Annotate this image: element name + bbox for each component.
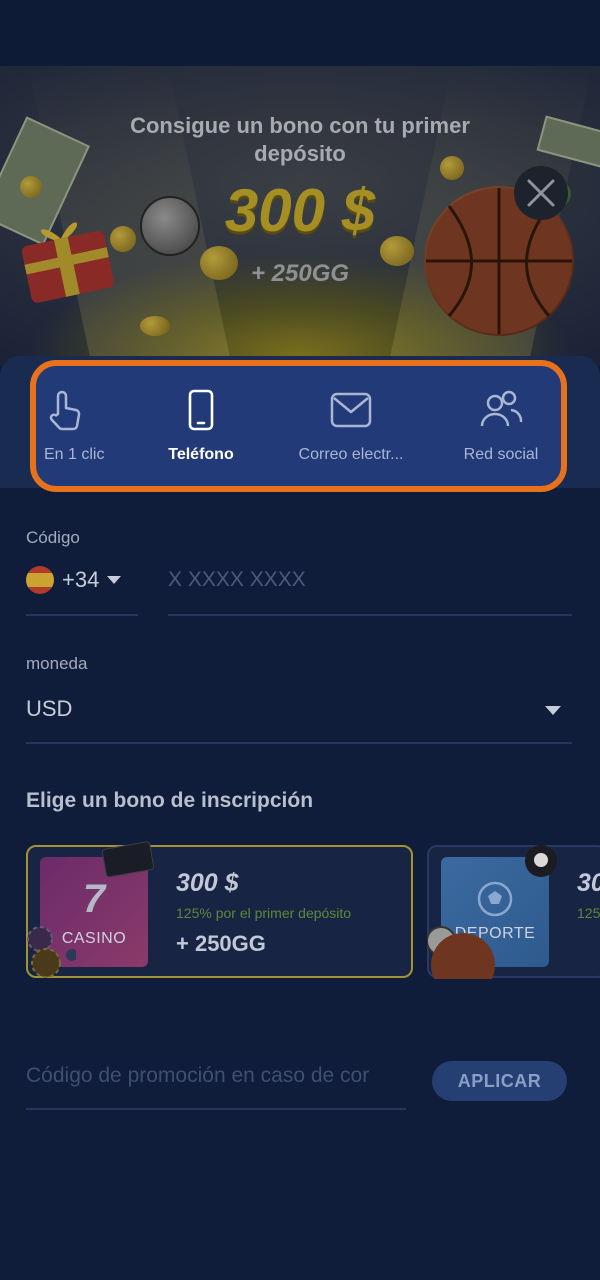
country-code-underline: [26, 614, 138, 616]
soccer-ball-icon: [477, 881, 513, 917]
bonus-section-title: Elige un bono de inscripción: [26, 789, 314, 812]
bonus-amount: 300 $: [176, 869, 239, 897]
coin-image: [140, 316, 170, 336]
country-code-select[interactable]: +34: [26, 566, 122, 594]
bonus-card-casino[interactable]: 7 CASINO 300 $ 125% por el primer depósi…: [26, 841, 413, 978]
chevron-down-icon: [107, 576, 122, 584]
bonus-card-sport[interactable]: DEPORTE 30 125: [427, 845, 600, 979]
slot-seven-icon: 7: [82, 876, 106, 921]
bonus-description: 125% por el primer depósito: [176, 905, 352, 921]
currency-select[interactable]: USD: [26, 696, 72, 722]
banner-amount: 300 $: [224, 177, 376, 244]
promo-banner: Consigue un bono con tu primer depósito …: [0, 66, 600, 366]
registration-method-tabs: En 1 clic Teléfono Correo electr... Red …: [30, 360, 567, 492]
banner-title: Consigue un bono con tu primer depósito: [130, 113, 470, 166]
currency-label: moneda: [26, 654, 88, 673]
tab-label: Red social: [463, 446, 539, 463]
close-button[interactable]: [514, 166, 568, 220]
phone-input[interactable]: [168, 568, 568, 592]
sports-balls-icon: [427, 926, 495, 979]
users-icon: [480, 390, 523, 427]
country-code-value: +34: [62, 567, 100, 592]
hand-pointer-icon: [49, 390, 81, 431]
tab-phone[interactable]: Teléfono: [126, 366, 276, 486]
promo-underline: [26, 1108, 406, 1110]
tab-social[interactable]: Red social: [426, 366, 561, 486]
status-area: [0, 0, 600, 66]
cards-icon: [101, 841, 155, 877]
promo-code-input[interactable]: [26, 1064, 406, 1088]
tab-one-click[interactable]: En 1 clic: [36, 366, 126, 486]
phone-icon: [188, 389, 214, 431]
bonus-description: 125: [577, 905, 600, 921]
bonus-amount: 30: [577, 869, 600, 897]
close-icon: [527, 179, 555, 207]
code-label: Código: [26, 528, 80, 547]
chevron-down-icon[interactable]: [545, 706, 561, 715]
soccer-ball-image: [140, 196, 200, 256]
banner-extra: + 250GG: [250, 260, 350, 287]
tab-label: Teléfono: [168, 446, 234, 463]
tab-label: En 1 clic: [44, 446, 105, 463]
currency-underline: [26, 742, 572, 744]
apply-button[interactable]: APLICAR: [432, 1061, 567, 1101]
tab-label: Correo electr...: [298, 446, 404, 463]
coin-image: [110, 226, 136, 252]
billiard-ball-icon: [525, 845, 557, 877]
bonus-extra: + 250GG: [176, 931, 266, 956]
tab-email[interactable]: Correo electr...: [276, 366, 426, 486]
phone-underline: [168, 614, 572, 616]
casino-chips-icon: [27, 926, 76, 978]
coin-image: [20, 176, 42, 198]
envelope-icon: [330, 392, 372, 428]
spain-flag-icon: [26, 566, 54, 594]
